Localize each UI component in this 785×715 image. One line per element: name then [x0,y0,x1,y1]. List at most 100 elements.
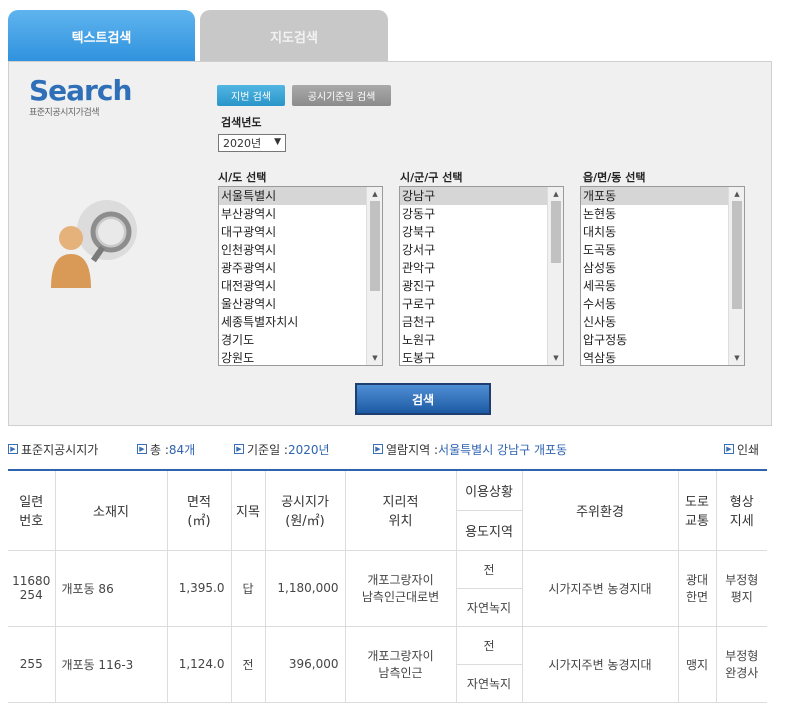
list-option[interactable]: 강동구 [400,205,563,223]
results-table: 일련 번호 소재지 면적 (㎡) 지목 공시지가 (원/㎡) 지리적 위치 이용… [8,469,767,703]
info-title-text: 표준지공시지가 [21,442,99,457]
scroll-down-icon[interactable]: ▼ [367,351,382,365]
list-option[interactable]: 노원구 [400,331,563,349]
cell-road: 맹지 [677,625,717,703]
cell-category: 전 [230,625,266,703]
header-location: 소재지 [54,469,168,551]
date-search-button[interactable]: 공시기준일 검색 [292,85,391,106]
sido-listbox[interactable]: 서울특별시 부산광역시 대구광역시 인천광역시 광주광역시 대전광역시 울산광역시 세종특별자… [218,186,383,366]
year-select[interactable]: 2020년 ▼ [218,134,286,152]
cell-serial: 11680 254 [8,549,56,627]
box-arrow-icon: ▶ [137,444,147,454]
sigungu-label: 시/군/구 선택 [400,171,463,184]
box-arrow-icon: ▶ [234,444,244,454]
info-region-label: 열람지역 : [386,442,439,457]
list-option[interactable]: 인천광역시 [219,241,382,259]
list-option[interactable]: 수서동 [581,295,744,313]
list-option[interactable]: 대치동 [581,223,744,241]
header-price: 공시지가 (원/㎡) [264,469,346,551]
print-label: 인쇄 [737,442,760,457]
cell-usage-status: 전 [455,549,523,589]
scroll-thumb[interactable] [551,201,561,263]
list-option[interactable]: 대전광역시 [219,277,382,295]
scroll-thumb[interactable] [370,201,380,291]
box-arrow-icon: ▶ [724,444,734,454]
scroll-up-icon[interactable]: ▲ [729,187,744,201]
cell-area: 1,124.0 [166,625,232,703]
scrollbar[interactable]: ▲ ▼ [547,187,563,365]
list-option[interactable]: 강서구 [400,241,563,259]
scroll-up-icon[interactable]: ▲ [548,187,563,201]
tab-text-search[interactable]: 텍스트검색 [8,10,195,62]
info-total-label: 총 : [150,442,169,457]
cell-category: 답 [230,549,266,627]
cell-shape: 부정형 완경사 [715,625,767,703]
list-option[interactable]: 서울특별시 [219,187,382,205]
scrollbar[interactable]: ▲ ▼ [728,187,744,365]
cell-geo: 개포그랑자이 남측인근 [344,625,457,703]
table-row: 11680 254 개포동 86 1,395.0 답 1,180,000 개포그랑자이 남… [8,549,767,627]
list-option[interactable]: 대구광역시 [219,223,382,241]
lot-search-button[interactable]: 지번 검색 [217,85,285,106]
list-option[interactable]: 부산광역시 [219,205,382,223]
cell-environment: 시가지주변 농경지대 [521,625,679,703]
print-link[interactable]: ▶ 인쇄 [724,440,759,458]
list-option[interactable]: 구로구 [400,295,563,313]
list-option[interactable]: 울산광역시 [219,295,382,313]
scroll-down-icon[interactable]: ▼ [729,351,744,365]
cell-usage-status: 전 [455,625,523,665]
list-option[interactable]: 관악구 [400,259,563,277]
list-option[interactable]: 도곡동 [581,241,744,259]
list-option[interactable]: 경기도 [219,331,382,349]
list-option[interactable]: 금천구 [400,313,563,331]
logo-word: Search [29,74,132,107]
cell-location: 개포동 116-3 [54,625,168,703]
box-arrow-icon: ▶ [8,444,18,454]
info-base-value: 2020년 [287,442,330,457]
info-total: ▶ 총 : 84개 [137,440,195,458]
list-option[interactable]: 세종특별자치시 [219,313,382,331]
header-environment: 주위환경 [521,469,679,551]
tab-map-search[interactable]: 지도검색 [200,10,388,62]
list-option[interactable]: 역삼동 [581,349,744,365]
cell-shape: 부정형 평지 [715,549,767,627]
list-option[interactable]: 도봉구 [400,349,563,365]
cell-geo: 개포그랑자이 남측인근대로변 [344,549,457,627]
list-option[interactable]: 삼성동 [581,259,744,277]
info-region-value: 서울특별시 강남구 개포동 [438,442,568,457]
person-magnifier-illustration [51,200,137,288]
table-body: 11680 254 개포동 86 1,395.0 답 1,180,000 개포그랑자이 남… [8,549,767,703]
list-option[interactable]: 세곡동 [581,277,744,295]
list-option[interactable]: 강북구 [400,223,563,241]
cell-zoning: 자연녹지 [456,663,522,703]
box-arrow-icon: ▶ [373,444,383,454]
list-option[interactable]: 광진구 [400,277,563,295]
scroll-thumb[interactable] [732,201,742,309]
cell-environment: 시가지주변 농경지대 [521,549,679,627]
info-region: ▶ 열람지역 : 서울특별시 강남구 개포동 [373,440,567,458]
list-option[interactable]: 개포동 [581,187,744,205]
year-label: 검색년도 [221,116,262,129]
info-base-date: ▶ 기준일 : 2020년 [234,440,330,458]
header-category: 지목 [230,469,266,551]
list-option[interactable]: 광주광역시 [219,259,382,277]
scrollbar[interactable]: ▲ ▼ [366,187,382,365]
header-serial: 일련 번호 [8,469,56,551]
scroll-down-icon[interactable]: ▼ [548,351,563,365]
chevron-down-icon: ▼ [274,137,281,147]
info-base-label: 기준일 : [247,442,288,457]
list-option[interactable]: 압구정동 [581,331,744,349]
list-option[interactable]: 논현동 [581,205,744,223]
header-area: 면적 (㎡) [166,469,232,551]
cell-zoning: 자연녹지 [456,587,522,627]
search-button[interactable]: 검색 [355,383,491,415]
list-option[interactable]: 강원도 [219,349,382,365]
dong-listbox[interactable]: 개포동 논현동 대치동 도곡동 삼성동 세곡동 수서동 신사동 압구정동 역삼동 ▲ ▼ [580,186,745,366]
scroll-up-icon[interactable]: ▲ [367,187,382,201]
cell-road: 광대 한면 [677,549,717,627]
sigungu-listbox[interactable]: 강남구 강동구 강북구 강서구 관악구 광진구 구로구 금천구 노원구 도봉구 ▲ ▼ [399,186,564,366]
list-option[interactable]: 강남구 [400,187,563,205]
cell-price: 396,000 [264,625,346,703]
dong-label: 읍/면/동 선택 [583,171,646,184]
list-option[interactable]: 신사동 [581,313,744,331]
